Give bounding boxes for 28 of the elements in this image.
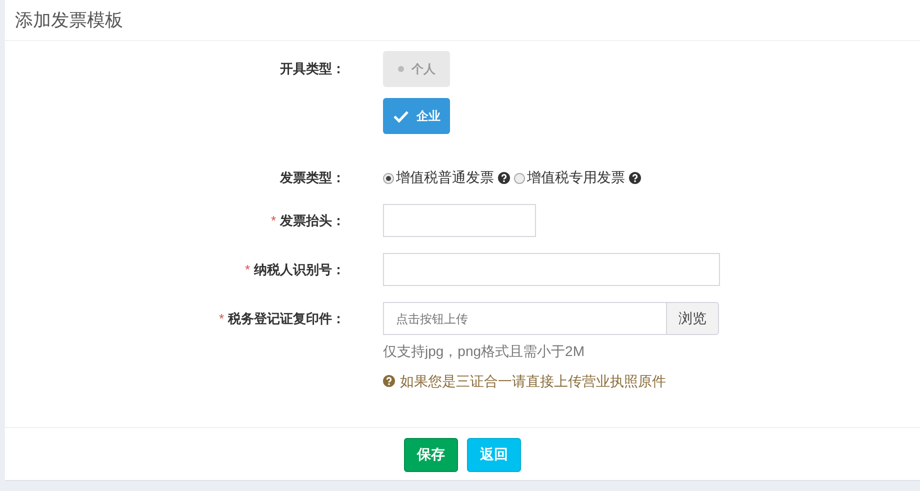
required-mark: * xyxy=(244,262,250,277)
radio-button[interactable] xyxy=(514,172,525,184)
page-title: 添加发票模板 xyxy=(15,9,123,32)
back-button[interactable]: 返回 xyxy=(467,438,521,472)
input-field[interactable] xyxy=(383,253,720,286)
format-note: 仅支持jpg，png格式且需小于2M xyxy=(383,342,586,361)
help-icon xyxy=(629,172,641,184)
required-mark: * xyxy=(218,311,224,326)
option-button[interactable]: 企业 xyxy=(383,98,450,134)
input-field[interactable] xyxy=(383,204,536,237)
dot-icon xyxy=(398,66,404,72)
help-icon xyxy=(383,375,395,387)
radio-button[interactable] xyxy=(383,172,394,184)
required-mark: * xyxy=(270,213,276,228)
option-button[interactable]: 个人 xyxy=(383,51,450,87)
save-button[interactable]: 保存 xyxy=(404,438,458,472)
help-icon xyxy=(498,172,510,184)
file-field[interactable]: 点击按钮上传 xyxy=(383,302,666,335)
field-label: 发票抬头： xyxy=(280,213,345,228)
browse-button[interactable]: 浏览 xyxy=(666,302,719,335)
field-label: 税务登记证复印件： xyxy=(228,311,345,326)
field-label: 开具类型： xyxy=(280,61,345,76)
radio-label[interactable]: 增值税普通发票 xyxy=(396,169,494,187)
field-label: 发票类型： xyxy=(280,170,345,185)
radio-label[interactable]: 增值税专用发票 xyxy=(527,169,625,187)
field-label: 纳税人识别号： xyxy=(254,262,345,277)
help-text: 如果您是三证合一请直接上传营业执照原件 xyxy=(400,372,666,391)
check-icon xyxy=(392,110,408,122)
